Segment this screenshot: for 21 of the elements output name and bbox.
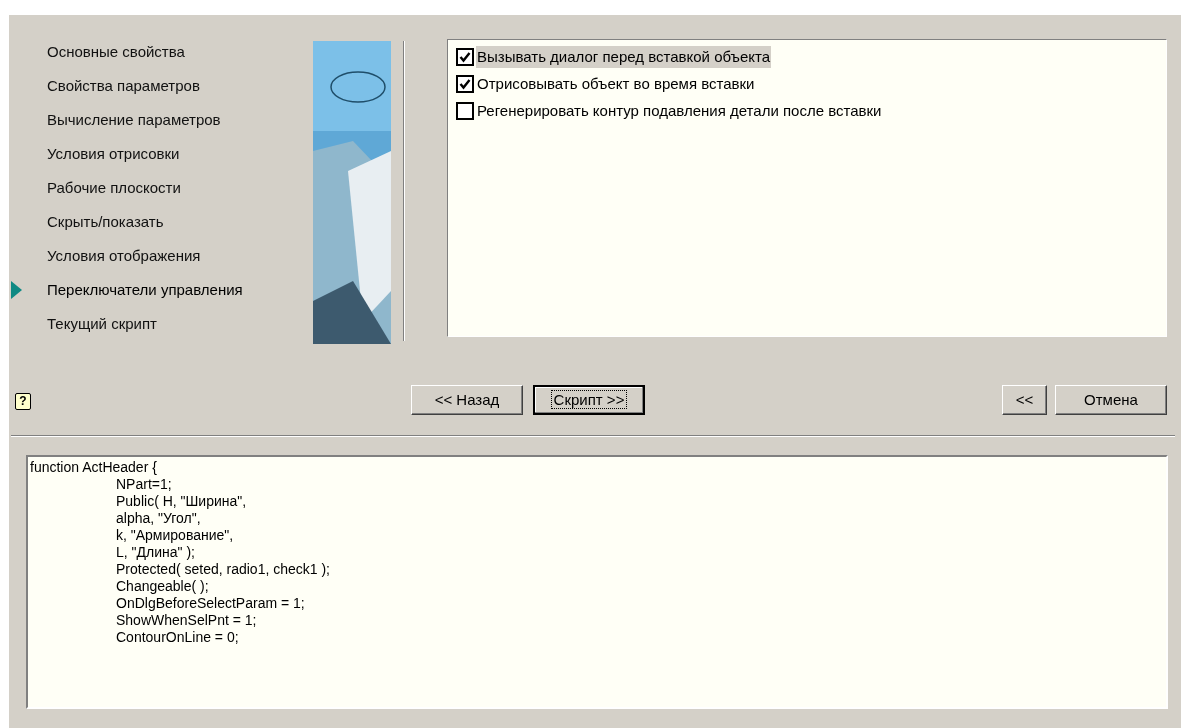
option-label[interactable]: Вызывать диалог перед вставкой объекта <box>476 45 772 69</box>
script-editor[interactable]: function ActHeader { NPart=1; Public( H, "Ширина", alpha, "Угол", k, "Армирование", L, "Длина" ); Protected( seted, radio1, check1 ); Changeable( ); OnDlgBeforeSelectParam = 1; ShowWhenSelPnt = 1; ContourOnLine = 0; <box>26 455 1168 709</box>
dialog-button[interactable]: Отмена <box>1055 385 1167 415</box>
nav-item[interactable]: Основные свойства <box>27 40 185 64</box>
dialog-button[interactable]: Скрипт >> <box>533 385 645 415</box>
nav-item[interactable]: Условия отображения <box>27 244 201 268</box>
nav-item[interactable]: Свойства параметров <box>27 74 200 98</box>
nav-item[interactable]: Скрыть/показать <box>27 210 164 234</box>
nav-item[interactable]: Вычисление параметров <box>27 108 221 132</box>
checkbox[interactable] <box>456 102 474 120</box>
nav-item[interactable]: Текущий скрипт <box>27 312 157 336</box>
checkbox[interactable] <box>456 48 474 66</box>
nav-item[interactable]: Рабочие плоскости <box>27 176 181 200</box>
nav-item[interactable]: Условия отрисовки <box>27 142 180 166</box>
nav-item[interactable]: Переключатели управления <box>27 278 243 302</box>
checkbox[interactable] <box>456 75 474 93</box>
option-label[interactable]: Регенерировать контур подавления детали после вставки <box>476 99 883 123</box>
dialog-button[interactable]: << <box>1002 385 1047 415</box>
dialog-button[interactable]: << Назад <box>411 385 523 415</box>
help-button[interactable]: ? <box>15 393 31 410</box>
option-label[interactable]: Отрисовывать объект во время вставки <box>476 72 756 96</box>
